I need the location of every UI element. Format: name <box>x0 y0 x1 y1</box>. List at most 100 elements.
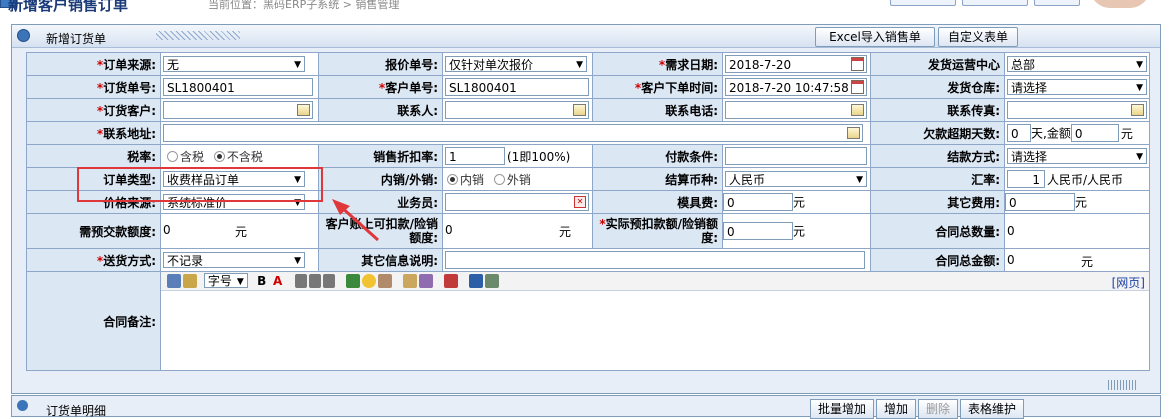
customer-label: *订货客户: <box>26 98 161 122</box>
picker-icon[interactable] <box>297 104 310 116</box>
actual-prepay-input[interactable]: 0 <box>723 222 793 240</box>
quote-no-select[interactable]: 仅针对单次报价 ▼ <box>445 56 587 72</box>
tax-label: 税率: <box>26 144 161 168</box>
ship-center-select[interactable]: 总部 ▼ <box>1007 56 1147 72</box>
clear-icon[interactable]: ✕ <box>574 196 586 208</box>
add-button[interactable]: 增加 <box>876 399 916 419</box>
table-icon[interactable] <box>443 274 458 288</box>
excel-import-button[interactable]: Excel导入销售单 <box>815 27 935 47</box>
contract-amount-value: 0 <box>1007 253 1015 267</box>
order-no-input[interactable]: SL1800401 <box>163 78 313 96</box>
prepay-label: 需预交款额度: <box>26 213 161 249</box>
address-input[interactable] <box>163 124 863 142</box>
other-fee-input[interactable]: 0 <box>1005 193 1075 211</box>
overdue-unit: 元 <box>1120 126 1133 141</box>
annotation-arrow-icon <box>332 199 380 242</box>
mold-fee-label: 模具费: <box>592 190 723 214</box>
customer-input[interactable] <box>163 101 313 119</box>
salesman-input[interactable]: ✕ <box>445 193 589 211</box>
batch-add-button[interactable]: 批量增加 <box>810 399 874 419</box>
domestic-radio[interactable] <box>447 173 458 185</box>
top-action-button-2[interactable] <box>962 0 1028 6</box>
picker-icon[interactable] <box>1131 104 1144 116</box>
demand-date-label: *需求日期: <box>592 52 723 76</box>
picker-icon[interactable] <box>851 104 864 116</box>
domestic-export-label: 内销/外销: <box>318 167 443 191</box>
delivery-label: *送货方式: <box>26 248 161 272</box>
calendar-icon[interactable] <box>851 57 864 71</box>
mold-fee-input[interactable]: 0 <box>723 193 793 211</box>
deduct-unit: 元 <box>559 225 572 239</box>
edit-icon[interactable] <box>378 274 393 288</box>
chevron-down-icon: ▼ <box>576 60 583 70</box>
contract-note-label: 合同备注: <box>26 271 161 371</box>
overdue-days-input[interactable]: 0 <box>1007 124 1031 142</box>
payment-terms-label: 付款条件: <box>592 144 723 168</box>
top-action-button[interactable] <box>890 0 956 6</box>
align-icon[interactable] <box>295 274 308 288</box>
contract-amount-unit: 元 <box>1081 255 1094 269</box>
settle-method-select[interactable]: 请选择 ▼ <box>1007 148 1147 164</box>
other-info-label: 其它信息说明: <box>318 248 443 272</box>
top-action-button-3[interactable] <box>1034 0 1080 6</box>
delete-button[interactable]: 删除 <box>918 399 958 419</box>
discount-label: 销售折扣率: <box>318 144 443 168</box>
tax-exclusive-radio[interactable] <box>213 150 225 162</box>
ship-center-label: 发货运营中心 <box>870 52 1005 76</box>
emoticon-icon[interactable] <box>362 274 377 288</box>
exchange-rate-input[interactable]: 1 <box>1007 170 1045 188</box>
discount-input[interactable]: 1 <box>445 147 505 165</box>
table-maintain-button[interactable]: 表格维护 <box>960 399 1024 419</box>
chevron-down-icon: ▼ <box>1136 83 1143 93</box>
customer-no-label: *客户单号: <box>318 75 443 99</box>
media-icon[interactable] <box>419 274 434 288</box>
tax-exclusive-label: 不含税 <box>226 149 263 164</box>
chevron-down-icon: ▼ <box>1136 152 1143 162</box>
resize-handle[interactable] <box>1108 380 1138 390</box>
word-icon[interactable] <box>468 274 483 288</box>
other-fee-unit: 元 <box>1075 195 1088 210</box>
font-color-icon[interactable]: A <box>271 274 285 288</box>
source-mode-link[interactable]: [网页] <box>1112 274 1145 291</box>
customer-order-time-input[interactable]: 2018-7-20 10:47:58 <box>725 78 867 96</box>
chevron-down-icon: ▼ <box>294 256 301 266</box>
picker-icon[interactable] <box>847 127 860 139</box>
preview-icon[interactable] <box>484 274 499 288</box>
list-icon[interactable] <box>309 274 322 288</box>
calendar-icon[interactable] <box>851 80 864 94</box>
order-source-label: *订单来源: <box>26 52 161 76</box>
phone-input[interactable] <box>725 101 867 119</box>
ship-warehouse-select[interactable]: 请选择 ▼ <box>1007 79 1147 95</box>
other-info-input[interactable] <box>445 251 865 269</box>
overdue-amount-input[interactable]: 0 <box>1070 124 1119 142</box>
order-form-table: *订单来源: 无 ▼ 报价单号: 仅针对单次报价 ▼ *需求日期: 2018-7-2… <box>26 52 1150 371</box>
demand-date-input[interactable]: 2018-7-20 <box>725 55 867 73</box>
tax-inclusive-label: 含税 <box>180 149 205 164</box>
customer-no-input[interactable]: SL1800401 <box>445 78 589 96</box>
picker-icon[interactable] <box>573 104 586 116</box>
font-size-select[interactable]: 字号 ▼ <box>203 273 248 288</box>
overdue-days-label: 欠款超期天数: <box>870 121 1005 145</box>
bold-icon[interactable]: B <box>255 274 269 288</box>
actual-prepay-label: *实际预扣款额/险销额度: <box>592 213 723 249</box>
tax-inclusive-radio[interactable] <box>167 150 178 162</box>
order-source-select[interactable]: 无 ▼ <box>163 56 305 72</box>
link-icon[interactable] <box>346 274 361 288</box>
contact-input[interactable] <box>445 101 589 119</box>
chevron-down-icon: ▼ <box>294 60 301 70</box>
fax-label: 联系传真: <box>870 98 1005 122</box>
image-icon[interactable] <box>403 274 418 288</box>
fax-input[interactable] <box>1007 101 1147 119</box>
paste-icon[interactable] <box>183 274 197 288</box>
delivery-select[interactable]: 不记录 ▼ <box>163 252 305 268</box>
undo-icon[interactable] <box>167 274 181 288</box>
contact-label: 联系人: <box>318 98 443 122</box>
indent-icon[interactable] <box>323 274 336 288</box>
payment-terms-input[interactable] <box>725 147 867 165</box>
exchange-unit: 人民币/人民币 <box>1047 172 1124 187</box>
currency-select[interactable]: 人民币 ▼ <box>725 171 867 187</box>
prepay-value: 0 <box>163 223 171 237</box>
export-radio[interactable] <box>493 173 505 185</box>
settle-method-label: 结款方式: <box>870 144 1005 168</box>
custom-form-button[interactable]: 自定义表单 <box>938 27 1018 47</box>
